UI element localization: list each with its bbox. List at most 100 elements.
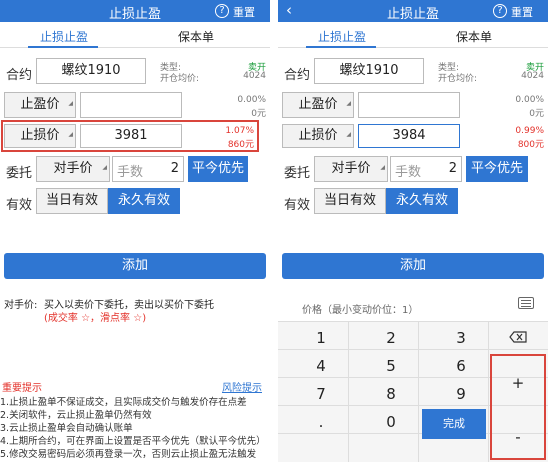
- valid-permanent-option[interactable]: 永久有效: [386, 188, 458, 214]
- order-label: 委托: [6, 166, 33, 181]
- fill-rate-note: (成交率 ☆，滑点率 ☆): [44, 313, 147, 324]
- minus-key[interactable]: -: [492, 424, 544, 451]
- quantity-field[interactable]: 手数 2: [112, 156, 184, 182]
- stop-loss-panel-left: 止损止盈 ? 重置 止损止盈 保本单 合约 螺纹1910 类型: 卖开 开仓均价…: [0, 0, 270, 462]
- open-price-label: 开仓均价:: [160, 74, 200, 84]
- stop-loss-button[interactable]: 止损价 ◢: [282, 124, 354, 148]
- key-1[interactable]: 1: [286, 325, 356, 352]
- stop-loss-input[interactable]: 3984: [358, 124, 460, 148]
- warning-title: 重要提示: [2, 383, 42, 394]
- take-profit-button[interactable]: 止盈价 ◢: [282, 92, 354, 118]
- order-type-selector[interactable]: 对手价 ◢: [36, 156, 110, 182]
- stop-loss-amount: 800元: [517, 140, 544, 150]
- valid-today-option[interactable]: 当日有效: [314, 188, 386, 214]
- stop-loss-percent: 1.07%: [225, 126, 254, 136]
- order-type-selector[interactable]: 对手价 ◢: [314, 156, 388, 182]
- contract-label: 合约: [6, 68, 33, 83]
- backspace-icon: [509, 331, 527, 343]
- key-dot[interactable]: .: [286, 409, 356, 436]
- stop-loss-label: 止损价: [298, 128, 338, 143]
- price-hint: 价格（最小变动价位：1）: [302, 305, 419, 316]
- quantity-value: 2: [170, 161, 179, 176]
- open-price-value: 4024: [521, 71, 544, 81]
- key-7[interactable]: 7: [286, 381, 356, 408]
- stop-loss-button[interactable]: 止损价 ◢: [4, 124, 76, 148]
- tab-bar: 止损止盈 保本单: [278, 22, 548, 48]
- validity-label: 有效: [6, 198, 33, 213]
- corner-mark-icon: ◢: [346, 100, 351, 107]
- page-title: 止损止盈: [108, 7, 161, 22]
- open-price-label: 开仓均价:: [438, 74, 478, 84]
- corner-mark-icon: ◢: [102, 164, 107, 171]
- order-type-value: 对手价: [53, 161, 93, 176]
- stop-loss-percent: 0.99%: [515, 126, 544, 136]
- reset-button[interactable]: 重置: [511, 4, 533, 20]
- close-today-priority-button[interactable]: 平今优先: [466, 156, 528, 182]
- key-3[interactable]: 3: [426, 325, 496, 352]
- valid-permanent-option[interactable]: 永久有效: [108, 188, 180, 214]
- take-profit-input[interactable]: [80, 92, 182, 118]
- key-8[interactable]: 8: [356, 381, 426, 408]
- take-profit-button[interactable]: 止盈价 ◢: [4, 92, 76, 118]
- take-profit-amount: 0元: [529, 109, 544, 119]
- tab-stop-loss-profit[interactable]: 止损止盈: [40, 28, 88, 45]
- tab-breakeven[interactable]: 保本单: [178, 28, 214, 45]
- stop-loss-amount: 860元: [227, 140, 254, 150]
- counterparty-price-key: 对手价:: [4, 300, 38, 311]
- key-9[interactable]: 9: [426, 381, 496, 408]
- take-profit-label: 止盈价: [298, 97, 338, 112]
- contract-label: 合约: [284, 68, 311, 83]
- valid-today-option[interactable]: 当日有效: [36, 188, 108, 214]
- stop-loss-input[interactable]: 3981: [80, 124, 182, 148]
- take-profit-label: 止盈价: [20, 97, 60, 112]
- validity-label: 有效: [284, 198, 311, 213]
- quantity-label: 手数: [395, 165, 422, 180]
- tab-stop-loss-profit[interactable]: 止损止盈: [318, 28, 366, 45]
- contract-field[interactable]: 螺纹1910: [314, 58, 424, 84]
- help-icon[interactable]: ?: [493, 4, 507, 18]
- reset-button[interactable]: 重置: [233, 4, 255, 20]
- add-button[interactable]: 添加: [4, 253, 266, 279]
- active-tab-indicator: [28, 46, 98, 48]
- keyboard-toggle-icon[interactable]: [518, 297, 534, 309]
- take-profit-percent: 0.00%: [237, 95, 266, 105]
- contract-field[interactable]: 螺纹1910: [36, 58, 146, 84]
- take-profit-input[interactable]: [358, 92, 460, 118]
- plus-key[interactable]: +: [492, 370, 544, 397]
- tab-breakeven[interactable]: 保本单: [456, 28, 492, 45]
- warning-line: 1.止损止盈单不保证成交，且实际成交价与触发价存在点差: [0, 397, 247, 408]
- key-0[interactable]: 0: [356, 409, 426, 436]
- numeric-keypad: 1 2 3 4 5 6 7 8 9 . 0 完成 + -: [278, 321, 548, 462]
- title-bar: 止损止盈 ? 重置: [0, 0, 270, 22]
- take-profit-percent: 0.00%: [515, 95, 544, 105]
- warning-line: 4.上期所合约，可在界面上设置是否平今优先（默认平今优先）: [0, 436, 266, 447]
- corner-mark-icon: ◢: [380, 164, 385, 171]
- stop-loss-panel-right: ‹ 止损止盈 ? 重置 止损止盈 保本单 合约 螺纹1910 类型: 卖开 开仓…: [278, 0, 548, 462]
- key-6[interactable]: 6: [426, 353, 496, 380]
- risk-warning-link[interactable]: 风险提示: [222, 379, 262, 394]
- stop-loss-label: 止损价: [20, 128, 60, 143]
- warning-line: 3.云止损止盈单会自动确认账单: [0, 423, 133, 434]
- tab-bar: 止损止盈 保本单: [0, 22, 270, 48]
- take-profit-amount: 0元: [251, 109, 266, 119]
- corner-mark-icon: ◢: [68, 131, 73, 138]
- quantity-label: 手数: [117, 165, 144, 180]
- order-label: 委托: [284, 166, 311, 181]
- key-5[interactable]: 5: [356, 353, 426, 380]
- order-type-value: 对手价: [331, 161, 371, 176]
- open-price-value: 4024: [243, 71, 266, 81]
- done-key[interactable]: 完成: [422, 409, 486, 439]
- add-button[interactable]: 添加: [282, 253, 544, 279]
- corner-mark-icon: ◢: [346, 131, 351, 138]
- key-2[interactable]: 2: [356, 325, 426, 352]
- title-bar: ‹ 止损止盈 ? 重置: [278, 0, 548, 22]
- close-today-priority-button[interactable]: 平今优先: [188, 156, 248, 182]
- page-title: 止损止盈: [386, 7, 439, 22]
- quantity-value: 2: [448, 161, 457, 176]
- backspace-key[interactable]: [490, 325, 546, 352]
- warning-line: 2.关闭软件，云止损止盈单仍然有效: [0, 410, 152, 421]
- key-4[interactable]: 4: [286, 353, 356, 380]
- help-icon[interactable]: ?: [215, 4, 229, 18]
- quantity-field[interactable]: 手数 2: [390, 156, 462, 182]
- corner-mark-icon: ◢: [68, 100, 73, 107]
